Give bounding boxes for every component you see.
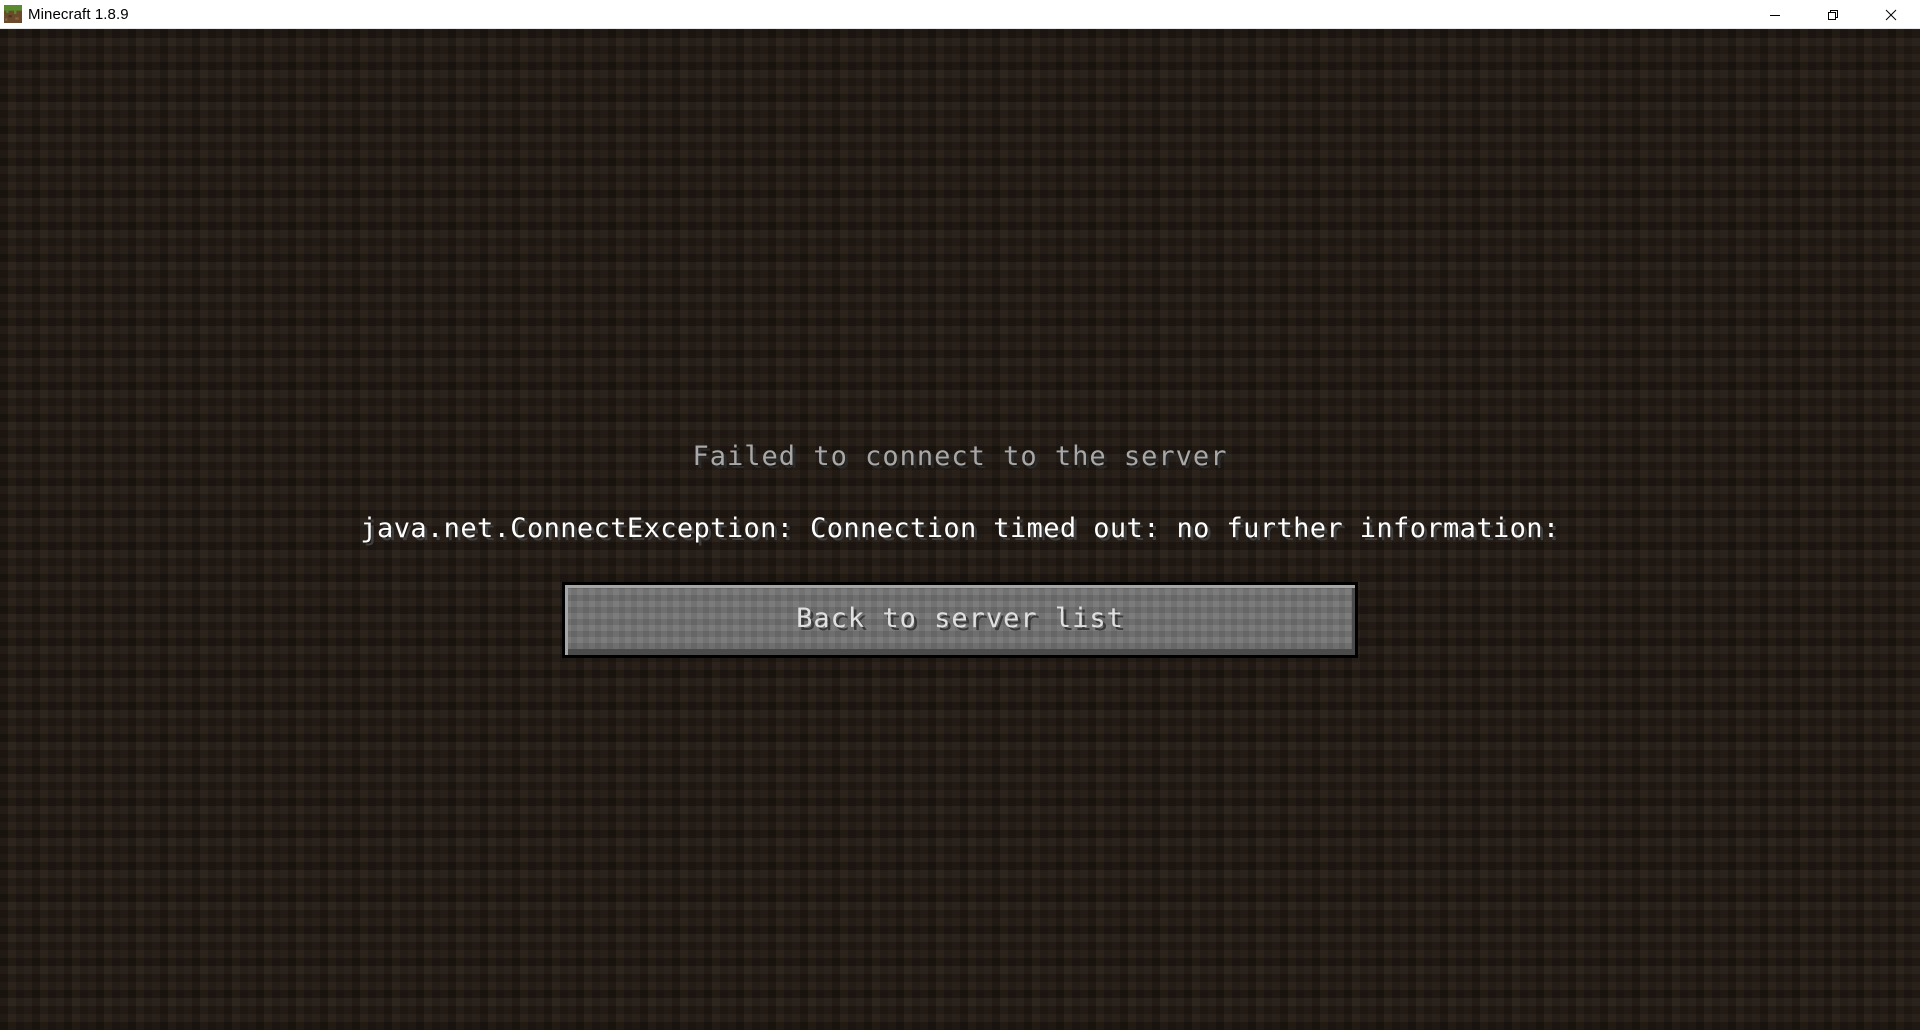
minimize-button[interactable] bbox=[1746, 0, 1804, 29]
close-icon bbox=[1885, 9, 1897, 20]
window-controls bbox=[1746, 0, 1920, 29]
disconnect-message: java.net.ConnectException: Connection ti… bbox=[360, 513, 1560, 544]
minimize-icon bbox=[1770, 14, 1780, 16]
back-button-label: Back to server list bbox=[796, 603, 1124, 634]
minecraft-window: Minecraft 1.8.9 Failed to connect to the… bbox=[0, 0, 1920, 1030]
close-button[interactable] bbox=[1862, 0, 1920, 29]
dirt-background: Failed to connect to the server java.net… bbox=[0, 29, 1920, 1030]
minecraft-grass-block-icon bbox=[4, 5, 22, 23]
disconnect-heading: Failed to connect to the server bbox=[692, 441, 1228, 472]
restore-button[interactable] bbox=[1804, 0, 1862, 29]
window-title: Minecraft 1.8.9 bbox=[28, 5, 129, 23]
title-bar[interactable]: Minecraft 1.8.9 bbox=[0, 0, 1920, 29]
back-to-server-list-button[interactable]: Back to server list bbox=[562, 582, 1358, 658]
restore-icon bbox=[1828, 9, 1838, 20]
